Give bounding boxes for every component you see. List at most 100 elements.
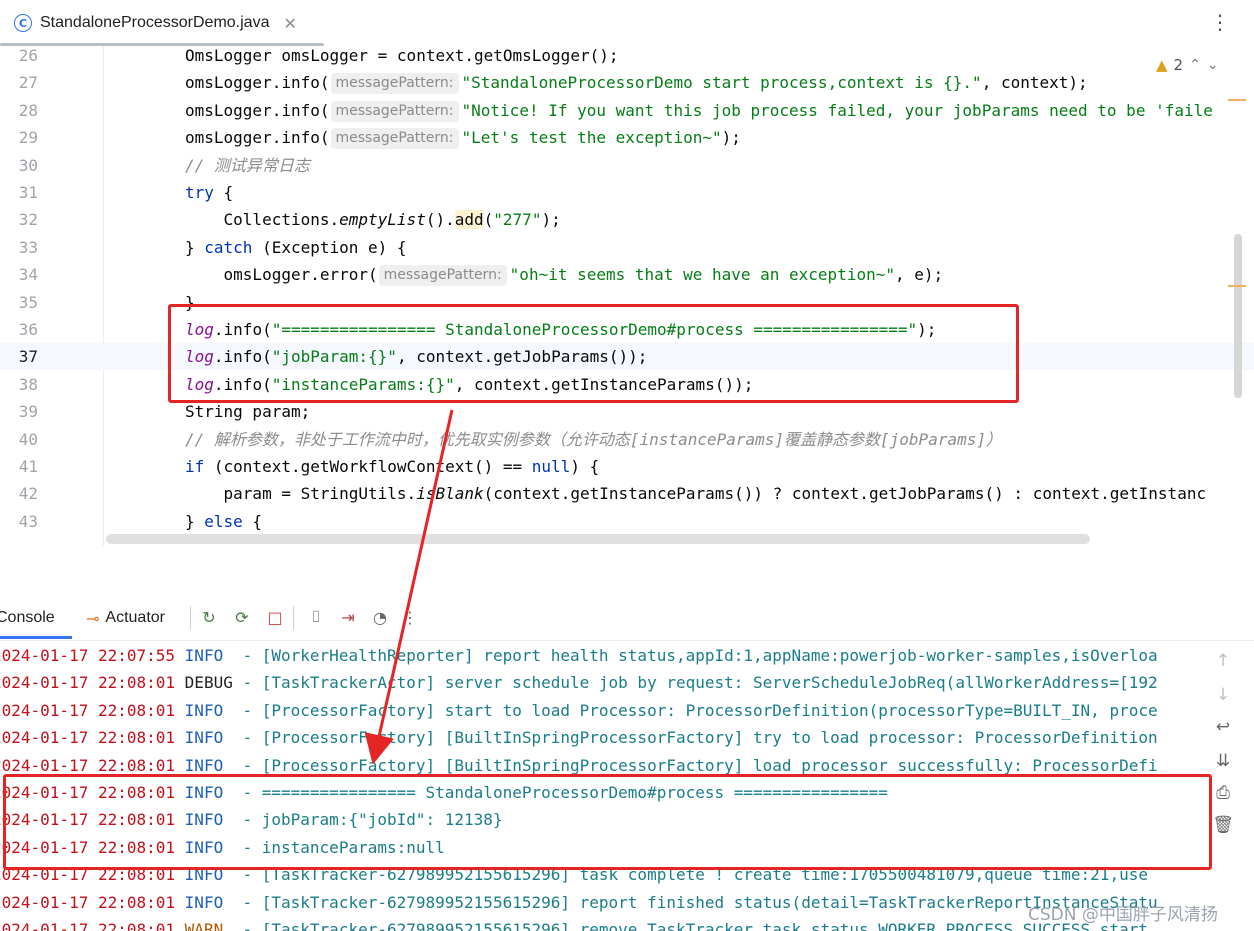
error-stripe-marker[interactable] <box>1228 99 1246 101</box>
log-message: [TaskTracker-627989952155615296] remove … <box>261 920 1148 931</box>
tab-title: StandaloneProcessorDemo.java <box>40 14 270 31</box>
trash-icon[interactable]: 🗑 <box>1212 815 1234 837</box>
line-number[interactable]: 43 <box>0 508 38 535</box>
code-line[interactable]: 33} catch (Exception e) { <box>0 234 1254 261</box>
code-token: add <box>454 210 484 230</box>
code-token: OmsLogger omsLogger = context.getOmsLogg… <box>185 46 619 65</box>
line-number[interactable]: 33 <box>0 234 38 261</box>
warning-count: 2 <box>1173 56 1184 74</box>
code-line[interactable]: 34 omsLogger.error(messagePattern: "oh~it… <box>0 261 1254 288</box>
code-token: Collections. <box>185 210 340 230</box>
console-line: 2024-01-17 22:08:01 WARN - [TaskTracker-… <box>0 916 1148 931</box>
code-line[interactable]: 40 // 解析参数，非处于工作流中时，优先取实例参数（允许动态[instance… <box>0 426 1254 453</box>
rerun-icon[interactable]: ↻ <box>199 607 219 627</box>
parameter-hint: messagePattern: <box>330 73 459 95</box>
tab-console-label: Console <box>0 609 55 626</box>
code-line[interactable]: 29 omsLogger.info(messagePattern: "Let's t… <box>0 124 1254 151</box>
log-message: [ProcessorFactory] [BuiltInSpringProcess… <box>261 755 1158 775</box>
more-options-icon[interactable]: ⋮ <box>1210 10 1230 34</box>
code-line[interactable]: 27 omsLogger.info(messagePattern: "Standal… <box>0 69 1254 96</box>
code-token: (context.getWorkflowContext() == <box>204 457 532 476</box>
tab-actuator[interactable]: ⊸ Actuator <box>86 596 165 640</box>
log-level: INFO <box>184 892 233 912</box>
error-stripe-marker[interactable] <box>1228 285 1246 287</box>
print-icon[interactable]: ⎙ <box>1212 783 1234 805</box>
code-text: } else { <box>185 508 262 535</box>
log-level: INFO <box>184 700 233 720</box>
code-token: omsLogger.info( <box>185 100 330 120</box>
code-text: OmsLogger omsLogger = context.getOmsLogg… <box>185 46 618 69</box>
soft-wrap-icon[interactable]: ↩ <box>1212 717 1234 739</box>
line-number[interactable]: 26 <box>0 46 38 69</box>
toolbar-separator <box>190 606 191 630</box>
code-line[interactable]: 32 Collections.emptyList().add("277"); <box>0 206 1254 233</box>
code-token: // 解析参数，非处于工作流中时，优先取实例参数（允许动态[instancePa… <box>185 429 1002 449</box>
code-token: ( <box>483 210 494 230</box>
code-text: if (context.getWorkflowContext() == null… <box>185 453 599 480</box>
code-token: "Notice! If you want this job process fa… <box>461 100 1213 120</box>
code-token: (Exception e) { <box>252 237 407 257</box>
code-token: isBlank <box>416 484 484 504</box>
code-token: ); <box>541 210 561 230</box>
line-number[interactable]: 39 <box>0 398 38 425</box>
code-token: "oh~it seems that we have an exception~" <box>509 265 895 285</box>
line-number[interactable]: 32 <box>0 206 38 233</box>
code-line[interactable]: 42 param = StringUtils.isBlank(context.g… <box>0 480 1254 507</box>
toolbar-separator <box>293 606 294 630</box>
tab-standalone-processor-demo[interactable]: C StandaloneProcessorDemo.java ✕ <box>0 0 297 46</box>
code-editor[interactable]: 26 OmsLogger omsLogger = context.getOmsLo… <box>0 46 1254 546</box>
line-number[interactable]: 31 <box>0 179 38 206</box>
line-number[interactable]: 27 <box>0 69 38 96</box>
code-token: try <box>185 183 214 202</box>
camera-icon[interactable]: ⌷ <box>306 607 326 627</box>
code-text: // 解析参数，非处于工作流中时，优先取实例参数（允许动态[instancePa… <box>185 426 1002 453</box>
editor-horizontal-scrollbar[interactable] <box>106 534 1090 544</box>
editor-vertical-scrollbar[interactable] <box>1234 234 1242 398</box>
line-number[interactable]: 41 <box>0 453 38 480</box>
java-class-icon: C <box>14 14 32 32</box>
arrow-down-icon[interactable]: ↓ <box>1212 685 1234 707</box>
log-timestamp: 2024-01-17 22:07:55 <box>0 646 176 665</box>
code-line[interactable]: 41 if (context.getWorkflowContext() == nu… <box>0 453 1254 480</box>
line-number[interactable]: 40 <box>0 426 38 453</box>
scroll-to-end-icon[interactable]: ⇊ <box>1212 751 1234 773</box>
line-number[interactable]: 38 <box>0 371 38 398</box>
code-token: ); <box>721 128 741 148</box>
chevron-down-icon[interactable]: ⌄ <box>1207 57 1219 73</box>
code-line[interactable]: 31 try { <box>0 179 1254 206</box>
tab-actuator-label: Actuator <box>105 609 165 626</box>
more-actions-icon[interactable]: ⋮ <box>400 607 420 627</box>
code-text: omsLogger.info(messagePattern: "Notice! I… <box>185 97 1213 124</box>
line-number[interactable]: 30 <box>0 152 38 179</box>
line-number[interactable]: 36 <box>0 316 38 343</box>
chevron-up-icon[interactable]: ⌃ <box>1189 57 1201 73</box>
code-token: param = StringUtils. <box>185 484 417 504</box>
line-number[interactable]: 28 <box>0 97 38 124</box>
line-number[interactable]: 29 <box>0 124 38 151</box>
code-line[interactable]: 28 omsLogger.info(messagePattern: "Notice!… <box>0 97 1254 124</box>
line-number[interactable]: 42 <box>0 480 38 507</box>
close-icon[interactable]: ✕ <box>283 14 296 33</box>
tab-console[interactable]: Console <box>0 596 55 640</box>
code-line[interactable]: 30 // 测试异常日志 <box>0 152 1254 179</box>
code-token: } <box>185 237 205 257</box>
parameter-hint: messagePattern: <box>378 265 507 287</box>
line-number[interactable]: 37 <box>0 343 38 370</box>
code-token: (). <box>425 210 455 230</box>
rerun-debug-icon[interactable]: ⟳ <box>232 607 252 627</box>
arrow-up-icon[interactable]: ↑ <box>1212 651 1234 673</box>
code-token: "277" <box>493 210 542 230</box>
panel-splitter[interactable] <box>0 546 1254 596</box>
console-line: 2024-01-17 22:07:55 INFO - [WorkerHealth… <box>0 642 1158 669</box>
code-token: (context.getInstanceParams()) ? context.… <box>483 484 1207 504</box>
code-line[interactable]: 26 OmsLogger omsLogger = context.getOmsLo… <box>0 46 1254 69</box>
stop-icon[interactable]: □ <box>265 607 285 627</box>
code-line[interactable]: 43 } else { <box>0 508 1254 535</box>
line-number[interactable]: 35 <box>0 289 38 316</box>
line-number[interactable]: 34 <box>0 261 38 288</box>
console-line: 2024-01-17 22:08:01 DEBUG - [TaskTracker… <box>0 669 1158 696</box>
exit-icon[interactable]: ⇥ <box>338 607 358 627</box>
inspection-widget[interactable]: ▲ 2 ⌃ ⌄ <box>1156 56 1219 74</box>
gauge-icon[interactable]: ◔ <box>370 607 390 627</box>
active-tab-indicator <box>0 636 72 639</box>
